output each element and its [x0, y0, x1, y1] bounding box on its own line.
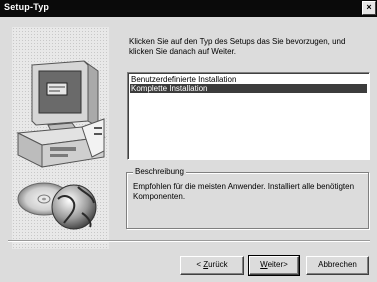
- description-groupbox: Beschreibung Empfohlen für die meisten A…: [126, 167, 369, 229]
- setup-artwork: [12, 27, 109, 249]
- next-button-label: eiter>: [267, 260, 288, 269]
- cancel-button[interactable]: Abbrechen: [306, 256, 369, 275]
- close-icon: ×: [366, 2, 372, 12]
- instruction-text: Klicken Sie auf den Typ des Setups das S…: [129, 37, 346, 56]
- back-button-label: urück: [208, 260, 228, 269]
- setup-dialog: Setup-Typ × Klicken Sie auf den Typ des …: [0, 0, 377, 282]
- setup-type-list[interactable]: Benutzerdefinierte Installation Komplett…: [127, 72, 370, 160]
- list-item-selected[interactable]: Komplette Installation: [130, 84, 367, 93]
- title-bar[interactable]: Setup-Typ ×: [0, 0, 377, 17]
- divider: [8, 240, 370, 242]
- list-item[interactable]: Benutzerdefinierte Installation: [130, 75, 367, 84]
- globe-icon: [51, 184, 97, 230]
- window-title: Setup-Typ: [4, 2, 50, 12]
- description-text: Empfohlen für die meisten Anwender. Inst…: [133, 182, 355, 201]
- next-button[interactable]: Weiter>: [248, 255, 300, 276]
- back-button[interactable]: < Zurück: [180, 256, 244, 275]
- close-button[interactable]: ×: [362, 1, 376, 15]
- description-legend: Beschreibung: [133, 167, 186, 177]
- next-button-accel: W: [260, 260, 268, 269]
- computer-illustration: [12, 27, 109, 249]
